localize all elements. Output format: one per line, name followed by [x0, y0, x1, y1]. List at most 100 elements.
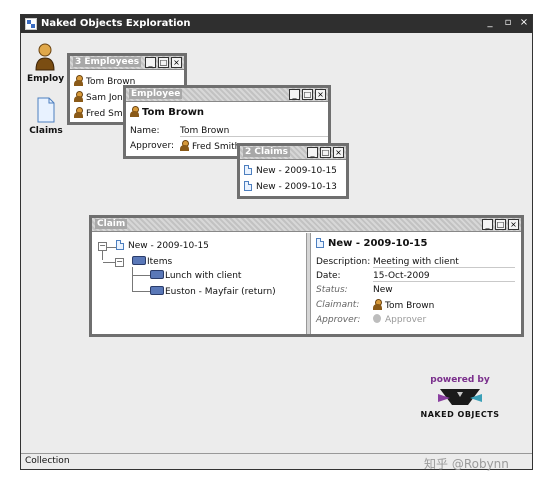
claimant-name: Tom Brown — [385, 301, 435, 311]
approver-label: Approver: — [316, 315, 361, 325]
document-icon — [116, 240, 124, 250]
claim-window-title: Claim — [95, 219, 128, 229]
tree-connector — [107, 247, 116, 248]
document-icon — [244, 181, 252, 191]
claim-window[interactable]: Claim _ □ × − New - 2009-10-15 − Items L… — [89, 215, 524, 337]
claims-window-titlebar[interactable]: 2 Claims _ □ × — [240, 146, 346, 160]
claimant-label: Claimant: — [316, 300, 360, 310]
person-icon — [74, 75, 83, 86]
minimize-button[interactable]: _ — [482, 219, 493, 230]
document-icon — [316, 238, 324, 248]
close-button[interactable]: × — [333, 147, 344, 158]
employee-name: Fred Smi — [86, 109, 126, 119]
approver-name: Fred Smith — [192, 142, 241, 152]
employee-window-titlebar[interactable]: Employee _ □ × — [126, 88, 328, 102]
document-icon — [244, 165, 252, 175]
tree-child-label: Euston - Mayfair (return) — [165, 287, 276, 297]
claim-list-item[interactable]: New - 2009-10-15 — [244, 165, 337, 176]
tree-child-label: Lunch with client — [165, 271, 242, 281]
collapse-toggle[interactable]: − — [115, 258, 124, 267]
employees-desktop-label: Employ — [27, 74, 65, 84]
claim-name: New - 2009-10-13 — [256, 182, 337, 192]
employee-list-item[interactable]: Fred Smi — [74, 107, 125, 119]
close-button[interactable]: × — [171, 57, 182, 68]
title-bar[interactable]: Naked Objects Exploration _ ▫ × — [21, 15, 532, 33]
description-label: Description: — [316, 257, 371, 267]
employee-list-item[interactable]: Sam Jon — [74, 91, 123, 103]
close-button[interactable]: × — [517, 16, 531, 30]
collapse-toggle[interactable]: − — [98, 242, 107, 251]
person-icon — [35, 43, 55, 71]
date-field[interactable]: 15-Oct-2009 — [373, 271, 515, 282]
maximize-button[interactable]: □ — [495, 219, 506, 230]
app-icon — [25, 18, 37, 30]
employees-window-title: 3 Employees — [73, 57, 142, 67]
maximize-button[interactable]: ▫ — [501, 16, 515, 30]
approver-label: Approver: — [130, 141, 175, 151]
bus-icon — [150, 286, 164, 295]
tree-child-node[interactable]: Euston - Mayfair (return) — [150, 286, 276, 297]
bus-icon — [132, 256, 146, 265]
person-icon — [74, 107, 83, 118]
claim-detail-pane: New - 2009-10-15 Description: Meeting wi… — [312, 233, 521, 334]
tree-child-node[interactable]: Lunch with client — [150, 270, 241, 281]
claimant-field[interactable]: Tom Brown — [373, 299, 434, 311]
tree-items-node[interactable]: Items — [132, 256, 172, 267]
person-icon — [130, 106, 139, 117]
status-text: Collection — [25, 456, 70, 466]
minimize-button[interactable]: _ — [145, 57, 156, 68]
close-button[interactable]: × — [315, 89, 326, 100]
naked-objects-logo: powered by NAKED OBJECTS — [414, 375, 506, 431]
application-window: Naked Objects Exploration _ ▫ × Employ C… — [20, 14, 533, 470]
tree-items-label: Items — [147, 257, 173, 267]
tree-connector — [132, 275, 150, 276]
logo-mark-icon — [438, 389, 482, 405]
close-button[interactable]: × — [508, 219, 519, 230]
approver-field[interactable]: Fred Smith — [180, 140, 240, 152]
person-icon — [373, 299, 382, 310]
employee-heading: Tom Brown — [130, 106, 204, 118]
tree-root-node[interactable]: New - 2009-10-15 — [116, 240, 209, 251]
approver-placeholder: Approver — [385, 315, 427, 325]
maximize-button[interactable]: □ — [302, 89, 313, 100]
claims-collection-window[interactable]: 2 Claims _ □ × New - 2009-10-15 New - 20… — [237, 143, 349, 199]
maximize-button[interactable]: □ — [320, 147, 331, 158]
person-icon — [180, 140, 189, 151]
employee-heading-text: Tom Brown — [142, 107, 205, 118]
pane-splitter[interactable] — [306, 233, 311, 334]
status-label: Status: — [316, 285, 348, 295]
employee-name: Sam Jon — [86, 93, 123, 103]
tree-connector — [132, 291, 150, 292]
claims-window-title: 2 Claims — [243, 147, 290, 157]
window-title: Naked Objects Exploration — [41, 18, 191, 29]
claim-heading-text: New - 2009-10-15 — [328, 238, 428, 249]
status-value: New — [373, 285, 393, 295]
claims-desktop-label: Claims — [29, 126, 63, 136]
date-label: Date: — [316, 271, 341, 281]
maximize-button[interactable]: □ — [158, 57, 169, 68]
description-field[interactable]: Meeting with client — [373, 257, 515, 268]
document-icon — [37, 97, 55, 123]
powered-by-text: powered by — [430, 375, 490, 385]
tree-root-label: New - 2009-10-15 — [128, 241, 209, 251]
claims-desktop-icon[interactable]: Claims — [29, 97, 63, 136]
claim-tree-pane: − New - 2009-10-15 − Items Lunch with cl… — [92, 233, 306, 334]
claim-name: New - 2009-10-15 — [256, 166, 337, 176]
claim-window-titlebar[interactable]: Claim _ □ × — [92, 218, 521, 232]
employees-desktop-icon[interactable]: Employ — [27, 41, 65, 84]
employees-window-titlebar[interactable]: 3 Employees _ □ × — [70, 56, 184, 70]
bus-icon — [150, 270, 164, 279]
claim-heading: New - 2009-10-15 — [316, 238, 427, 249]
minimize-button[interactable]: _ — [289, 89, 300, 100]
minimize-button[interactable]: _ — [483, 16, 497, 30]
tree-connector — [103, 262, 115, 263]
claim-list-item[interactable]: New - 2009-10-13 — [244, 181, 337, 192]
watermark-text: 知乎 @Robynn — [424, 457, 509, 471]
person-icon — [74, 91, 83, 102]
empty-person-icon — [373, 314, 381, 323]
tree-connector — [132, 267, 133, 291]
approver-field[interactable]: Approver — [373, 314, 426, 325]
tree-connector — [102, 251, 103, 260]
minimize-button[interactable]: _ — [307, 147, 318, 158]
name-field[interactable]: Tom Brown — [180, 126, 328, 137]
